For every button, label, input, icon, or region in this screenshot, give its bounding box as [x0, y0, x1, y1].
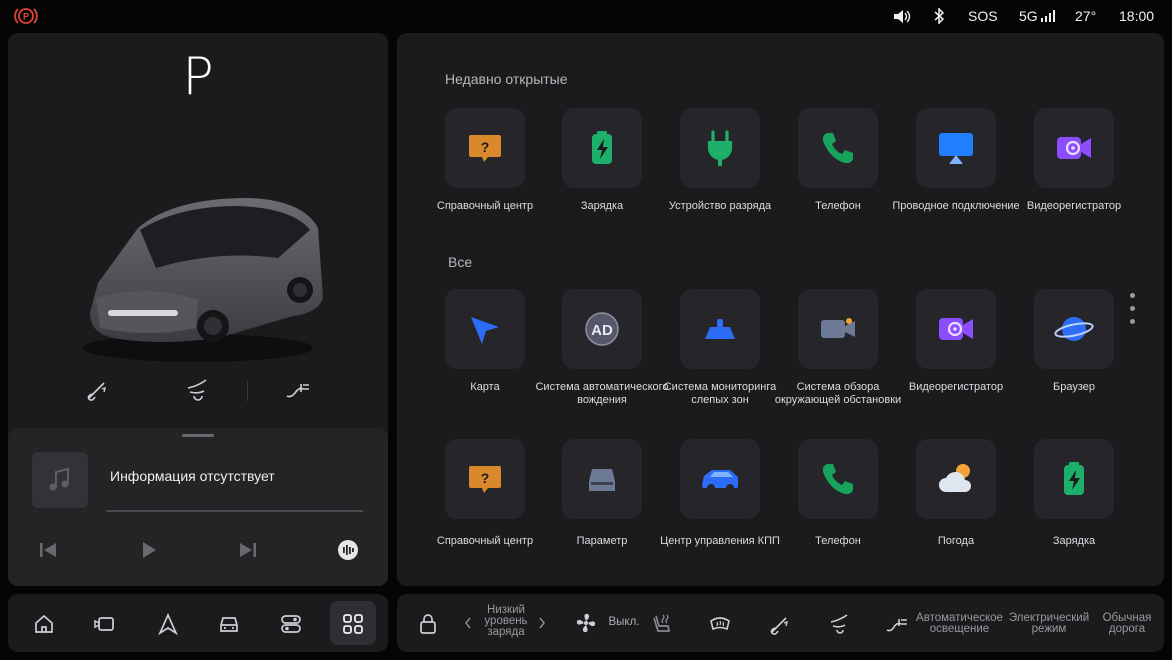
app-tile-navigation-arrow[interactable] [445, 289, 525, 369]
page-dot[interactable] [1130, 293, 1135, 298]
app-label[interactable]: Зарядка [1004, 535, 1144, 548]
app-label[interactable]: Браузер [1004, 381, 1144, 394]
app-tile-planet-browser[interactable] [1034, 289, 1114, 369]
app-tile-phone[interactable] [798, 439, 878, 519]
home-icon[interactable] [32, 612, 56, 636]
car-settings-icon [589, 469, 615, 491]
screen-cast-icon [939, 133, 973, 164]
audio-source-icon[interactable] [336, 538, 360, 562]
tailgate-icon[interactable] [184, 376, 212, 404]
help-center-icon: ? [469, 135, 501, 162]
discharge-plug-icon [708, 130, 732, 166]
previous-track-icon[interactable] [36, 538, 60, 562]
app-tile-surround-camera[interactable] [798, 289, 878, 369]
drag-handle[interactable] [182, 434, 214, 437]
temperature-label: 27° [1075, 8, 1097, 24]
svg-text:?: ? [481, 139, 490, 155]
next-track-icon[interactable] [236, 538, 260, 562]
fan-status-label[interactable]: Выкл. [606, 616, 642, 628]
music-note-icon [49, 467, 69, 491]
chevron-right-icon[interactable] [538, 617, 546, 629]
bluetooth-icon[interactable] [933, 8, 945, 24]
page-dot[interactable] [1130, 319, 1135, 324]
battery-charge-icon [1064, 462, 1084, 495]
tailgate-icon[interactable] [828, 612, 852, 636]
play-icon[interactable] [136, 538, 160, 562]
network-label: 5G [1019, 8, 1038, 24]
app-tile-help-center[interactable]: ? [445, 108, 525, 188]
seat-heating-icon[interactable] [650, 612, 674, 636]
help-center-icon: ? [469, 466, 501, 493]
app-tile-weather[interactable] [916, 439, 996, 519]
app-tile-dashcam[interactable] [916, 289, 996, 369]
phone-icon [822, 133, 853, 164]
parking-brake-icon: P [14, 8, 38, 24]
recent-section-title: Недавно открытые [445, 71, 568, 87]
app-tile-dashcam[interactable] [1034, 108, 1114, 188]
road-mode-label[interactable]: Обычная дорога [1096, 612, 1158, 635]
dashcam-icon [939, 318, 973, 340]
suv-icon [702, 470, 738, 492]
fan-icon[interactable] [574, 611, 598, 635]
track-progress[interactable] [106, 510, 363, 512]
drive-mode-label[interactable]: Электрический режим [1006, 612, 1092, 635]
app-tile-help-center[interactable]: ? [445, 439, 525, 519]
apps-grid-icon[interactable] [341, 612, 365, 636]
dashcam-icon [1057, 137, 1091, 159]
divider [247, 381, 248, 401]
surround-camera-icon [821, 318, 855, 338]
app-tile-phone[interactable] [798, 108, 878, 188]
svg-text:?: ? [481, 470, 490, 486]
track-title: Информация отсутствует [110, 468, 275, 484]
app-tile-auto-drive[interactable]: AD [562, 289, 642, 369]
album-art [32, 452, 88, 508]
toggles-icon[interactable] [279, 612, 303, 636]
vehicle-image[interactable] [78, 188, 328, 368]
app-tile-blind-spot[interactable] [680, 289, 760, 369]
media-player[interactable]: Информация отсутствует [8, 428, 388, 586]
all-section-title: Все [448, 254, 473, 270]
signal-icon [1041, 10, 1055, 22]
weather-icon [939, 464, 971, 492]
app-tile-battery-charge[interactable] [562, 108, 642, 188]
auto-drive-icon: AD [585, 312, 619, 346]
charge-port-icon[interactable] [84, 376, 112, 404]
auto-lighting-label[interactable]: Автоматическое освещение [912, 612, 1007, 635]
blind-spot-icon [705, 319, 735, 339]
app-tile-car-settings[interactable] [562, 439, 642, 519]
app-tile-discharge-plug[interactable] [680, 108, 760, 188]
navigation-arrow-icon [471, 317, 499, 344]
clock: 18:00 [1119, 8, 1155, 24]
gear-indicator: P [182, 47, 214, 107]
page-dot[interactable] [1130, 306, 1135, 311]
chevron-left-icon[interactable] [464, 617, 472, 629]
planet-browser-icon [1054, 317, 1094, 341]
discharge-icon[interactable] [284, 376, 312, 404]
camera-view-icon[interactable] [93, 612, 117, 636]
battery-charge-icon [592, 131, 612, 164]
app-tile-battery-charge[interactable] [1034, 439, 1114, 519]
page-indicator[interactable] [1130, 293, 1136, 332]
svg-text:P: P [23, 12, 29, 22]
phone-icon [822, 464, 853, 495]
navigation-icon[interactable] [156, 612, 180, 636]
volume-icon[interactable] [893, 9, 911, 24]
car-front-icon[interactable] [217, 612, 241, 636]
sos-label[interactable]: SOS [968, 8, 998, 24]
lock-icon[interactable] [416, 612, 440, 636]
svg-text:AD: AD [591, 322, 613, 339]
app-tile-screen-cast[interactable] [916, 108, 996, 188]
charge-port-icon[interactable] [768, 612, 792, 636]
app-tile-suv[interactable] [680, 439, 760, 519]
discharge-icon[interactable] [885, 612, 909, 636]
charge-level-label[interactable]: Низкий уровень заряда [476, 604, 536, 638]
status-bar: P SOS 5G 27° 18:00 [0, 0, 1172, 32]
app-label[interactable]: Видеорегистратор [1004, 200, 1144, 213]
defrost-icon[interactable] [708, 612, 732, 636]
